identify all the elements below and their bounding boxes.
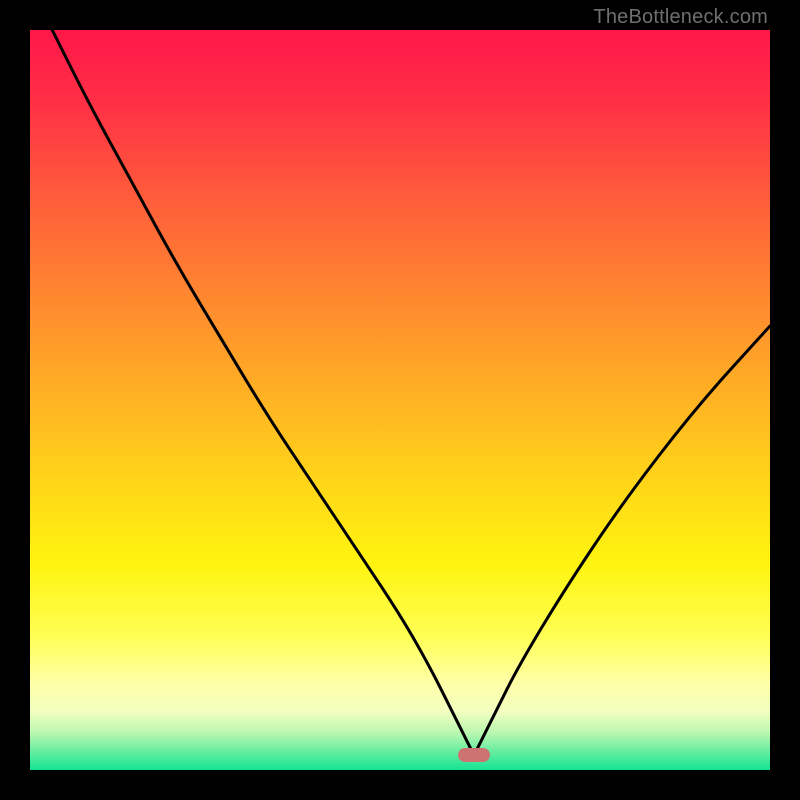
plot-area <box>30 30 770 770</box>
bottleneck-curve <box>30 30 770 770</box>
chart-stage: TheBottleneck.com <box>0 0 800 800</box>
watermark-text: TheBottleneck.com <box>593 6 768 29</box>
minimum-marker <box>458 748 490 762</box>
